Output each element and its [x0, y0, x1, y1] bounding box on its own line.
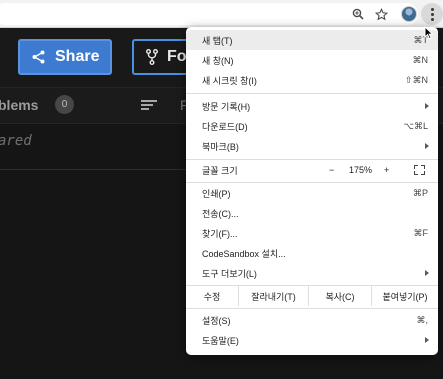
fork-label: Fo — [167, 48, 187, 65]
menu-item-label: 찾기(F)... — [202, 228, 238, 239]
chevron-right-icon — [425, 143, 429, 149]
mouse-cursor-icon — [424, 26, 434, 40]
chevron-right-icon — [425, 337, 429, 343]
menu-item-new-incognito[interactable]: 새 시크릿 창(I) ⇧⌘N — [186, 70, 438, 90]
menu-item-shortcut: ⌘F — [413, 227, 429, 238]
menu-item-label: 도움말(E) — [202, 335, 239, 346]
profile-avatar[interactable] — [401, 6, 417, 22]
menu-item-find[interactable]: 찾기(F)... ⌘F — [186, 223, 438, 243]
star-icon[interactable] — [372, 5, 390, 23]
console-cleared-text: ared — [0, 133, 32, 149]
cut-button[interactable]: 잘라내기(T) — [239, 286, 308, 306]
kebab-icon[interactable] — [421, 3, 443, 25]
menu-item-shortcut: ⌘P — [412, 187, 428, 198]
menu-item-history[interactable]: 방문 기록(H) — [186, 96, 438, 116]
divider — [0, 169, 190, 170]
zoom-out-button[interactable]: − — [329, 165, 334, 175]
menu-item-more-tools[interactable]: 도구 더보기(L) — [186, 263, 438, 283]
chevron-right-icon — [425, 103, 429, 109]
menu-row-zoom: 글꼴 크기 − 175% + — [186, 160, 438, 180]
menu-item-label: 새 탭(T) — [202, 35, 233, 46]
menu-item-label: CodeSandbox 설치... — [202, 248, 286, 259]
menu-item-new-window[interactable]: 새 창(N) ⌘N — [186, 50, 438, 70]
menu-item-label: 북마크(B) — [202, 141, 239, 152]
menu-item-label: 새 시크릿 창(I) — [202, 75, 257, 86]
fork-icon — [146, 49, 158, 65]
problems-count-badge: 0 — [55, 95, 74, 114]
magnify-icon[interactable] — [349, 5, 367, 23]
menu-item-label: 방문 기록(H) — [202, 101, 251, 112]
copy-button[interactable]: 복사(C) — [309, 286, 371, 306]
menu-separator — [186, 93, 438, 94]
menu-item-label: 다운로드(D) — [202, 121, 248, 132]
edit-label: 수정 — [203, 291, 221, 302]
menu-item-print[interactable]: 인쇄(P) ⌘P — [186, 183, 438, 203]
browser-menu: 새 탭(T) ⌘T 새 창(N) ⌘N 새 시크릿 창(I) ⇧⌘N 방문 기록… — [186, 27, 438, 355]
menu-item-label: 설정(S) — [202, 315, 231, 326]
share-button[interactable]: Share — [18, 39, 112, 75]
zoom-label: 글꼴 크기 — [202, 165, 238, 176]
fullscreen-icon[interactable] — [414, 165, 425, 175]
paste-button[interactable]: 붙여넣기(P) — [372, 286, 438, 306]
menu-item-shortcut: ⌘, — [416, 314, 428, 325]
share-label: Share — [55, 48, 100, 65]
chevron-right-icon — [425, 270, 429, 276]
menu-separator — [186, 308, 438, 309]
filter-lines-icon[interactable] — [141, 100, 157, 112]
menu-item-label: 도구 더보기(L) — [202, 268, 257, 279]
menu-item-cast[interactable]: 전송(C)... — [186, 203, 438, 223]
zoom-level: 175% — [349, 165, 373, 175]
share-icon — [32, 50, 45, 64]
menu-item-help[interactable]: 도움말(E) — [186, 330, 438, 350]
menu-item-label: 전송(C)... — [202, 208, 239, 219]
menu-item-new-tab[interactable]: 새 탭(T) ⌘T — [186, 30, 438, 50]
menu-item-label: 인쇄(P) — [202, 188, 231, 199]
menu-item-settings[interactable]: 설정(S) ⌘, — [186, 310, 438, 330]
menu-row-edit: 수정 잘라내기(T) 복사(C) 붙여넣기(P) — [186, 286, 438, 306]
menu-item-label: 새 창(N) — [202, 55, 234, 66]
menu-item-shortcut: ⌘N — [412, 54, 429, 65]
menu-item-install-app[interactable]: CodeSandbox 설치... — [186, 243, 438, 263]
browser-toolbar — [0, 0, 443, 28]
problems-tab-label[interactable]: blems — [0, 97, 38, 113]
menu-item-shortcut: ⌥⌘L — [403, 120, 428, 131]
menu-item-downloads[interactable]: 다운로드(D) ⌥⌘L — [186, 116, 438, 136]
menu-item-bookmarks[interactable]: 북마크(B) — [186, 136, 438, 156]
zoom-in-button[interactable]: + — [384, 165, 389, 175]
menu-item-shortcut: ⇧⌘N — [404, 74, 428, 85]
